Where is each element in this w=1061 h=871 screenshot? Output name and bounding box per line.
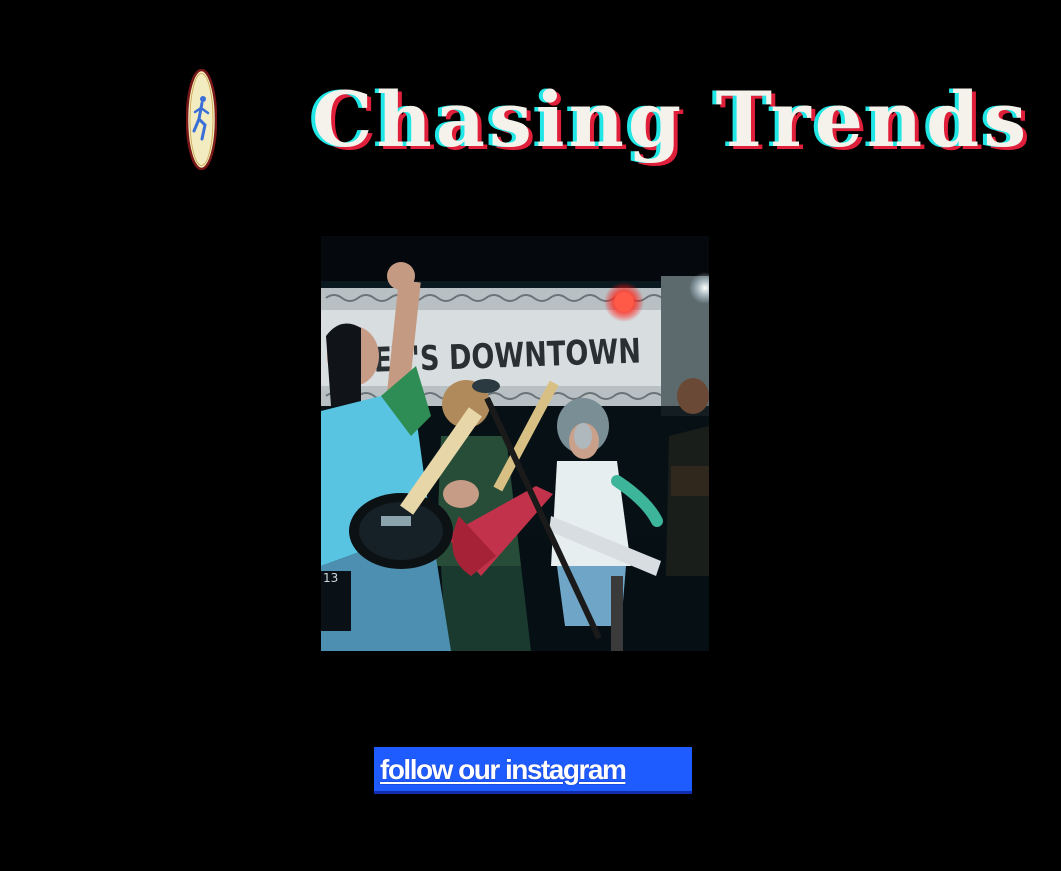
svg-text:13: 13 [323,571,338,585]
logo-badge-icon[interactable] [185,68,218,171]
site-title: Chasing Trends [312,75,1031,164]
instagram-follow-button[interactable]: follow our instagram [374,747,692,794]
band-photo: OSEY'S DOWNTOWN 13 [321,236,709,651]
